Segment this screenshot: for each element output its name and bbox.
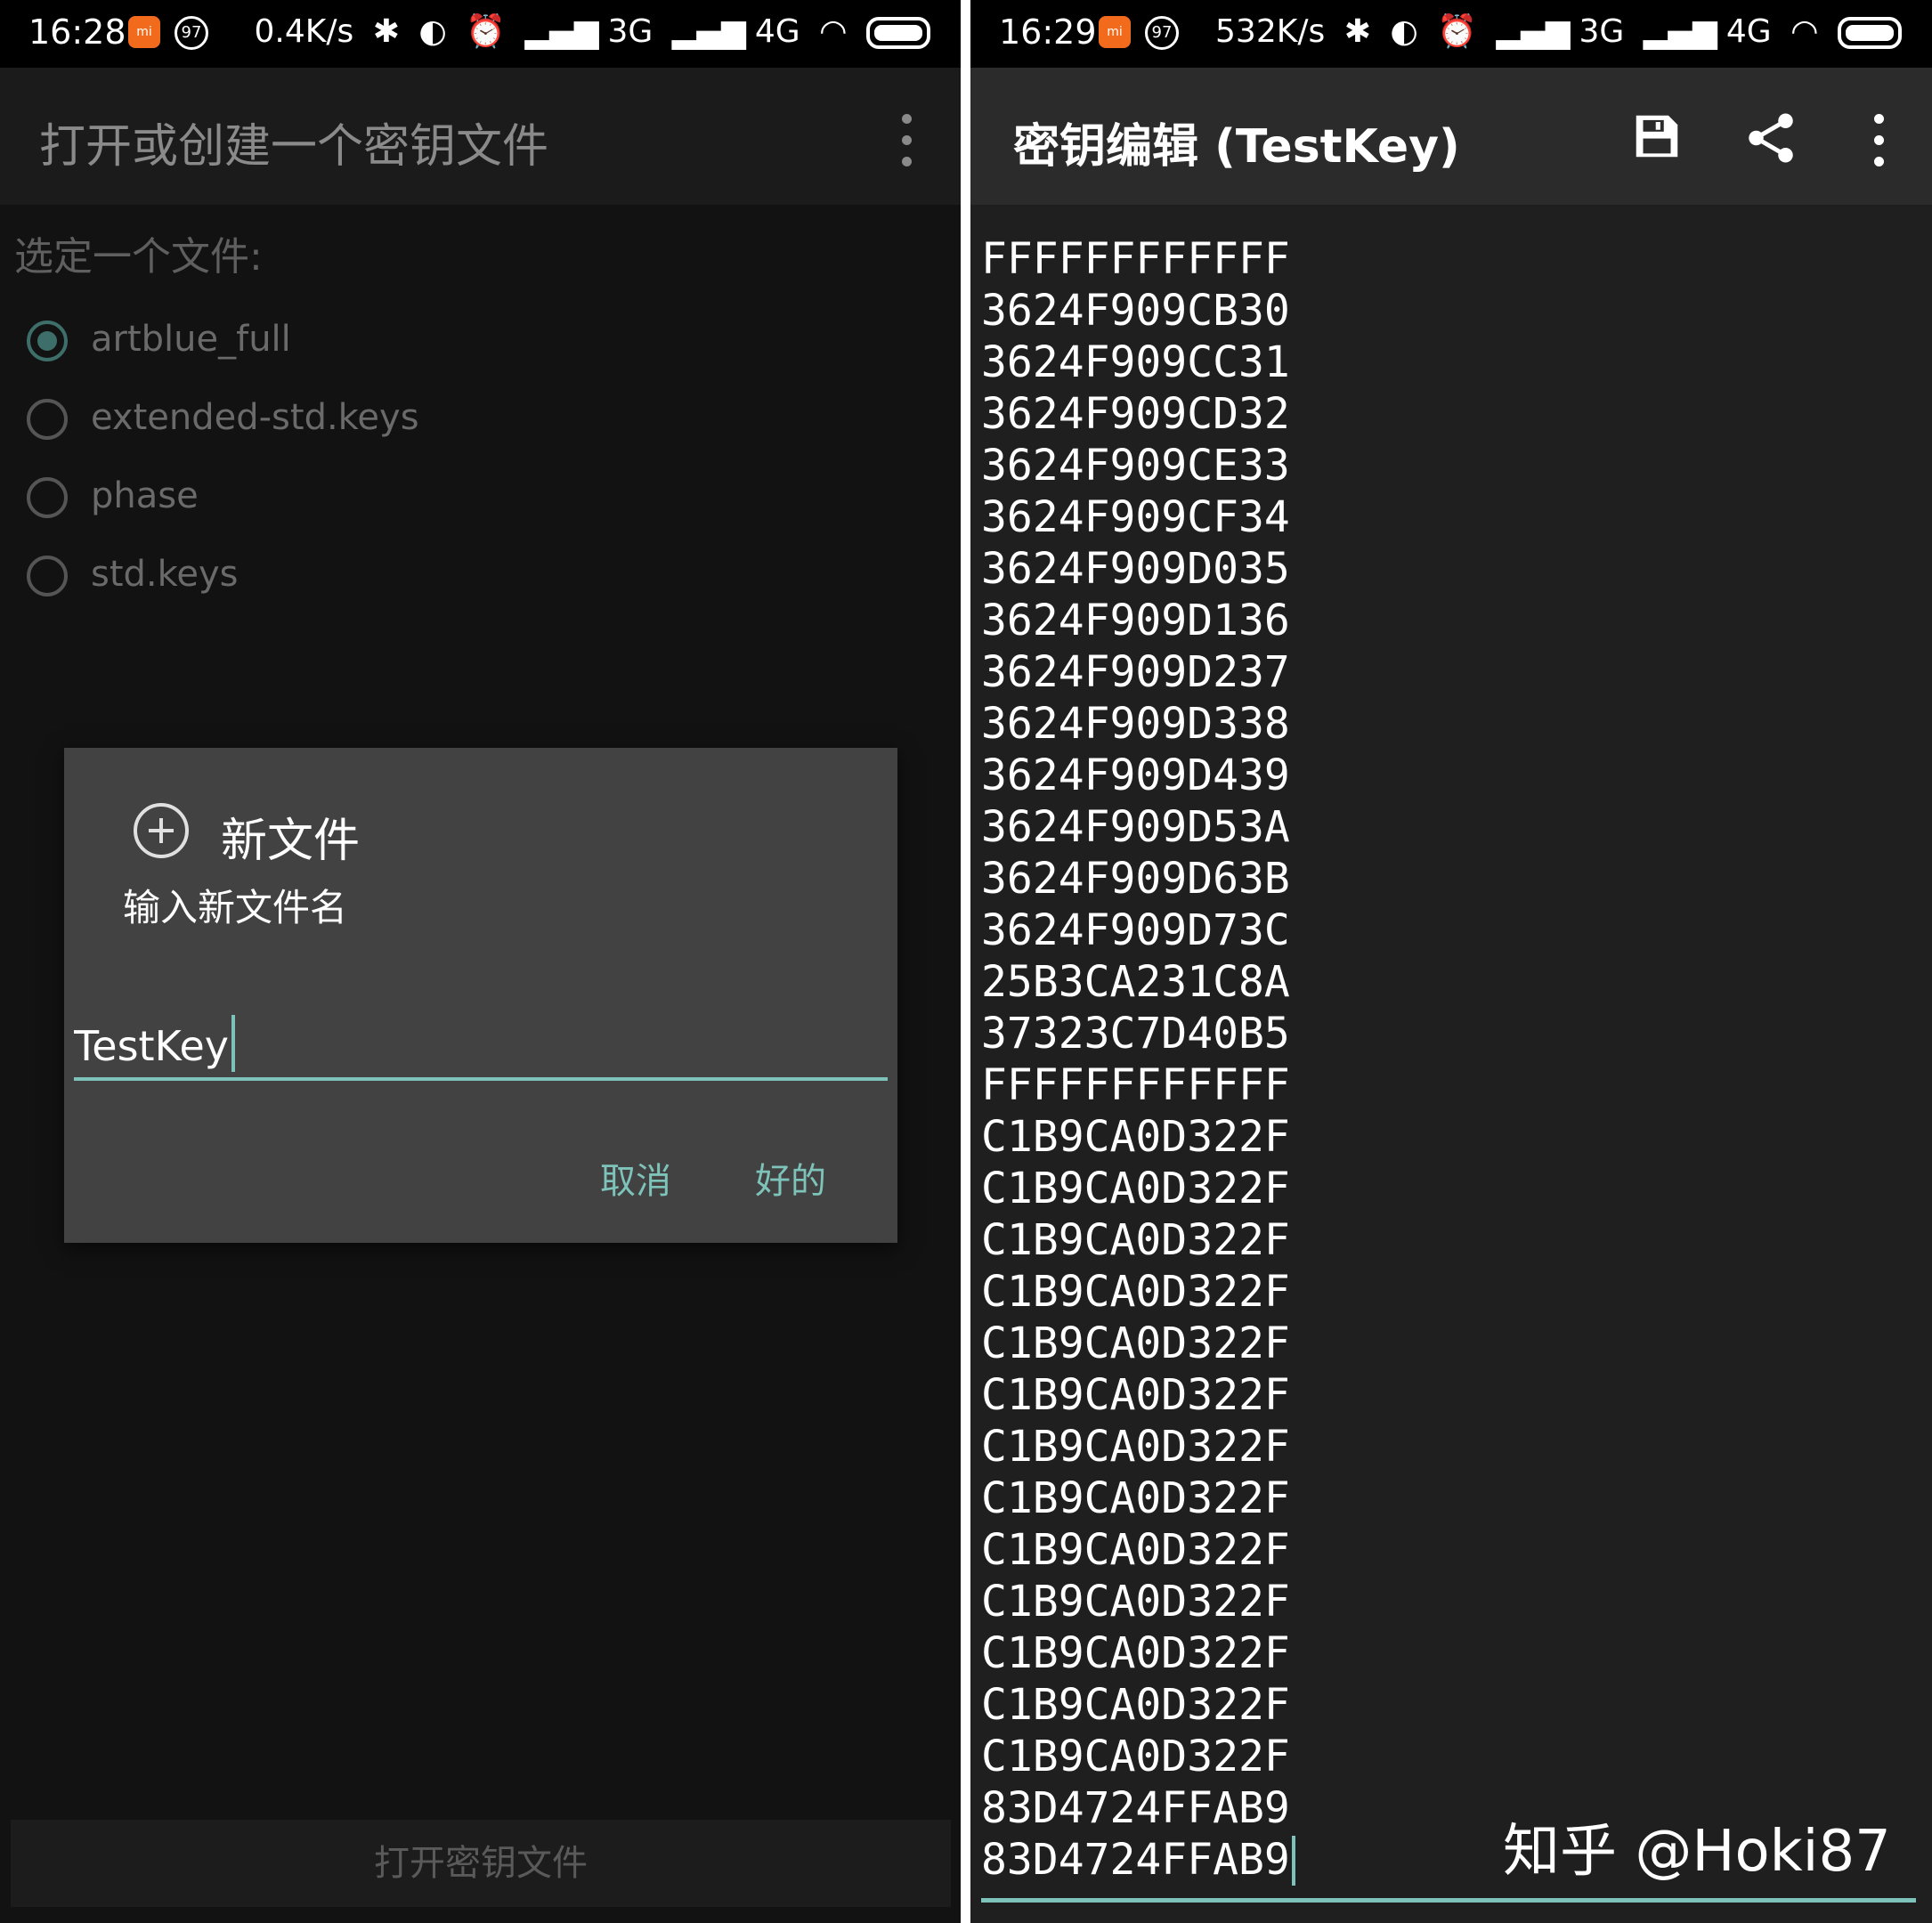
signal-icon: ▂▄▆ bbox=[671, 13, 746, 50]
network-3g: 3G bbox=[607, 13, 653, 50]
cancel-button[interactable]: 取消 bbox=[600, 1152, 671, 1204]
page-title: 打开或创建一个密钥文件 bbox=[39, 120, 549, 174]
battery-icon bbox=[1838, 17, 1902, 49]
status-right: 0.4K/s ✱ ◐ ⏰ ▂▄▆ 3G ▂▄▆ 4G ◠ bbox=[245, 12, 930, 50]
file-name: phase bbox=[91, 475, 199, 516]
signal-icon: ▂▄▆ bbox=[1643, 13, 1717, 50]
watermark: 知乎 @Hoki87 bbox=[1503, 1819, 1891, 1885]
file-name: extended-std.keys bbox=[91, 397, 419, 438]
open-key-file-button[interactable]: 打开密钥文件 bbox=[11, 1820, 951, 1907]
bluetooth-icon: ✱ bbox=[372, 13, 400, 50]
add-circle-icon bbox=[134, 803, 189, 858]
app-notification-icon: mi bbox=[128, 16, 160, 48]
status-bar: 16:29 mi 97 532K/s ✱ ◐ ⏰ ▂▄▆ 3G ▂▄▆ 4G ◠ bbox=[970, 0, 1932, 68]
filename-input[interactable] bbox=[74, 1015, 888, 1081]
key-editor[interactable]: FFFFFFFFFFFF 3624F909CB30 3624F909CC31 3… bbox=[981, 233, 1916, 1903]
app-notification-icon: mi bbox=[1099, 16, 1131, 48]
status-bar: 16:28 mi 97 0.4K/s ✱ ◐ ⏰ ▂▄▆ 3G ▂▄▆ 4G ◠ bbox=[0, 0, 961, 68]
radio-button[interactable] bbox=[27, 399, 68, 440]
wifi-icon: ◠ bbox=[1790, 13, 1819, 50]
left-screen: 16:28 mi 97 0.4K/s ✱ ◐ ⏰ ▂▄▆ 3G ▂▄▆ 4G ◠ 打… bbox=[0, 0, 961, 1923]
radio-button[interactable] bbox=[27, 320, 68, 361]
signal-icon: ▂▄▆ bbox=[524, 13, 599, 50]
text-caret bbox=[231, 1015, 235, 1072]
status-time: 16:28 bbox=[28, 12, 126, 52]
alarm-icon: ⏰ bbox=[466, 13, 507, 50]
save-icon[interactable] bbox=[1629, 109, 1684, 164]
network-3g: 3G bbox=[1579, 13, 1625, 50]
key-editor-text[interactable]: FFFFFFFFFFFF 3624F909CB30 3624F909CC31 3… bbox=[981, 233, 1916, 1886]
app-bar: 密钥编辑 (TestKey) bbox=[970, 68, 1932, 205]
text-caret bbox=[1292, 1836, 1295, 1886]
notification-count-badge: 97 bbox=[175, 16, 208, 50]
network-4g: 4G bbox=[754, 13, 800, 50]
signal-icon: ▂▄▆ bbox=[1496, 13, 1571, 50]
net-speed: 532K/s bbox=[1215, 13, 1326, 50]
page-title: 密钥编辑 (TestKey) bbox=[1013, 120, 1460, 174]
app-bar: 打开或创建一个密钥文件 bbox=[0, 68, 961, 205]
file-section-label: 选定一个文件: bbox=[14, 234, 263, 280]
dialog-message: 输入新文件名 bbox=[123, 886, 348, 929]
kebab-menu-icon[interactable] bbox=[1873, 114, 1884, 167]
wifi-icon: ◠ bbox=[819, 13, 848, 50]
radio-button[interactable] bbox=[27, 477, 68, 518]
status-right: 532K/s ✱ ◐ ⏰ ▂▄▆ 3G ▂▄▆ 4G ◠ bbox=[1206, 12, 1902, 50]
network-4g: 4G bbox=[1725, 13, 1772, 50]
bluetooth-icon: ✱ bbox=[1343, 13, 1371, 50]
net-speed: 0.4K/s bbox=[254, 13, 354, 50]
dialog-title: 新文件 bbox=[221, 815, 361, 868]
notification-count-badge: 97 bbox=[1145, 16, 1179, 50]
toggle-icon: ◐ bbox=[418, 13, 447, 50]
file-name: std.keys bbox=[91, 554, 239, 595]
toggle-icon: ◐ bbox=[1390, 13, 1418, 50]
right-screen: 16:29 mi 97 532K/s ✱ ◐ ⏰ ▂▄▆ 3G ▂▄▆ 4G ◠ 密… bbox=[970, 0, 1932, 1923]
file-name: artblue_full bbox=[91, 319, 291, 360]
alarm-icon: ⏰ bbox=[1437, 13, 1478, 50]
new-file-dialog: 新文件 输入新文件名 取消 好的 bbox=[64, 748, 897, 1243]
kebab-menu-icon[interactable] bbox=[901, 114, 912, 167]
radio-button[interactable] bbox=[27, 556, 68, 596]
share-icon[interactable] bbox=[1741, 109, 1800, 167]
battery-icon bbox=[866, 17, 930, 49]
ok-button[interactable]: 好的 bbox=[755, 1152, 826, 1204]
status-time: 16:29 bbox=[999, 12, 1097, 52]
